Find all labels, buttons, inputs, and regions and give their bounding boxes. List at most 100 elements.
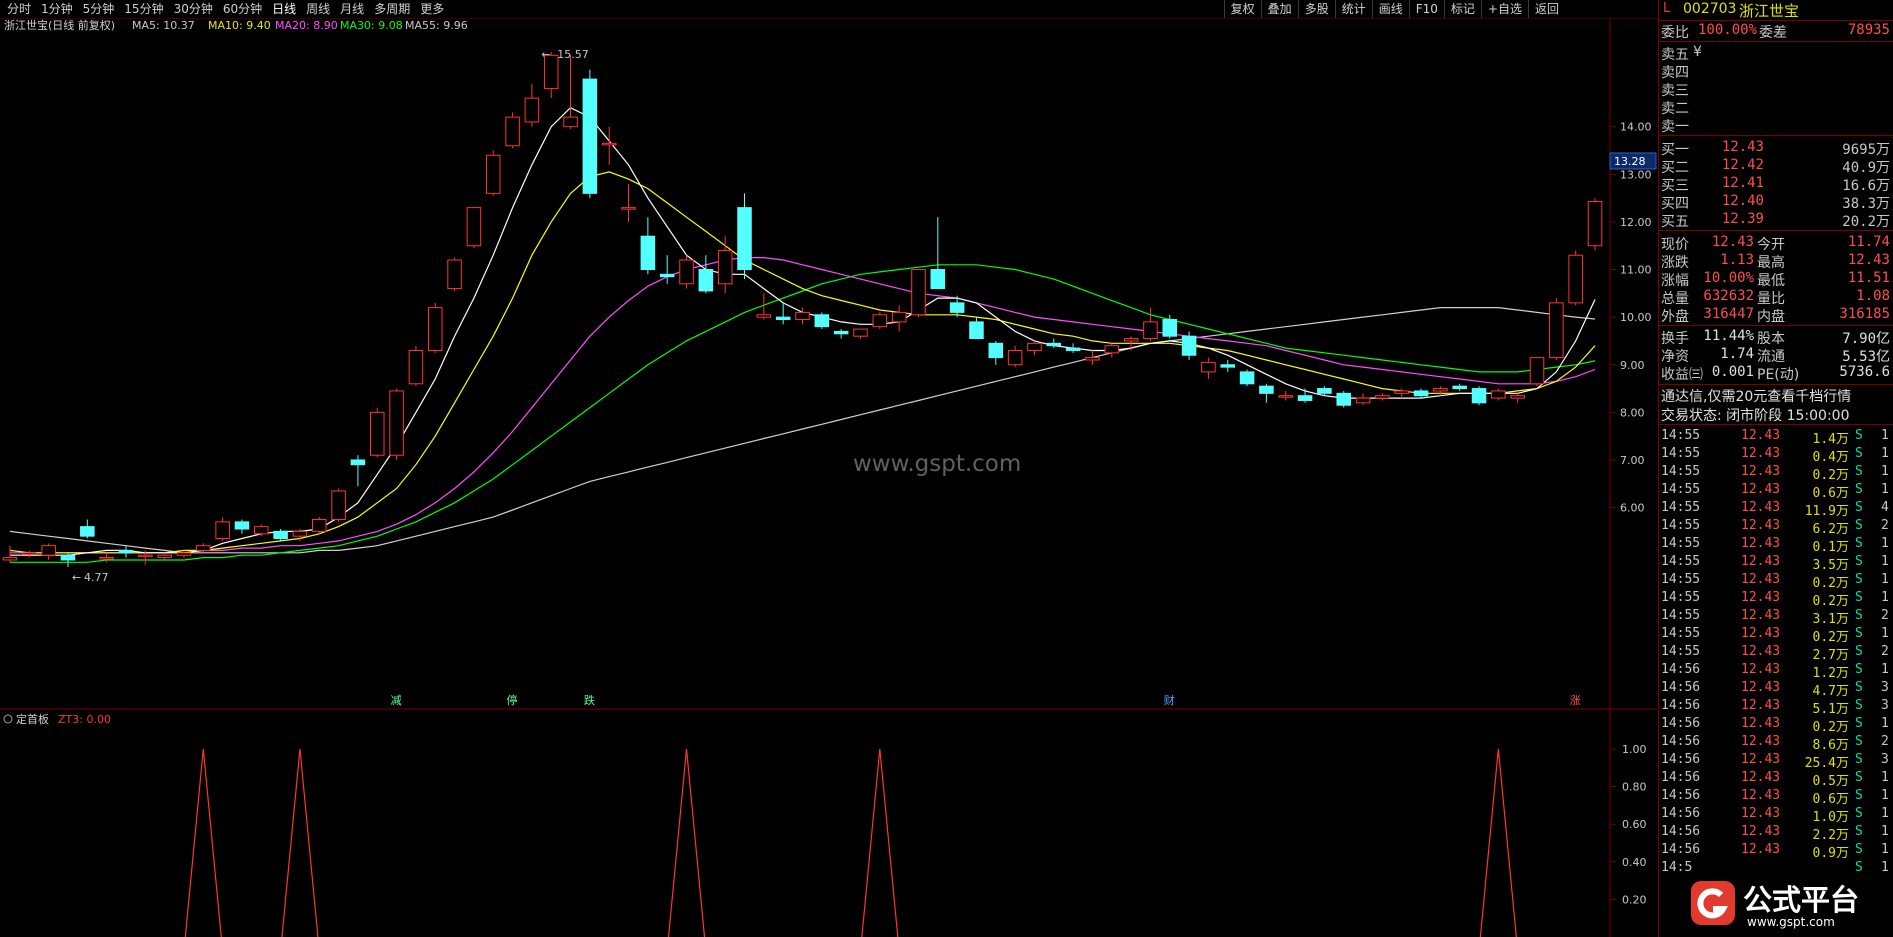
tick-row[interactable]: 14:55 12.43 1.4万 S 1 [1659,428,1893,447]
sell-level-label: 卖四 [1661,65,1689,81]
tick-row[interactable]: 14:55 12.43 3.1万 S 2 [1659,608,1893,627]
zt3-spike [667,748,706,937]
period-tab[interactable]: 更多 [415,0,449,18]
divider [1659,41,1893,42]
event-marker[interactable]: 停 [507,693,518,707]
tick-price: 12.43 [1741,680,1781,695]
period-tab[interactable]: 5分钟 [78,0,120,18]
candle [911,269,926,318]
period-tab[interactable]: 15分钟 [119,0,168,18]
tick-row[interactable]: 14:55 12.43 3.5万 S 1 [1659,554,1893,573]
promo-link[interactable]: 通达信,仅需20元查看千档行情 [1661,386,1851,406]
indicator-toggle-icon[interactable] [3,714,13,724]
candle-body [389,390,404,456]
weibi-label: 委比 [1661,25,1689,41]
event-marker[interactable]: 财 [1164,693,1175,707]
tick-row[interactable]: 14:55 12.43 0.1万 S 1 [1659,536,1893,555]
candle-body [659,273,675,278]
candle [1278,390,1293,401]
tick-row[interactable]: 14:55 12.43 2.7万 S 2 [1659,644,1893,663]
period-tab[interactable]: 月线 [335,0,369,18]
tick-row[interactable]: 14:56 12.43 4.7万 S 3 [1659,680,1893,699]
candle-body [1104,345,1120,354]
tick-side: S [1855,842,1863,857]
period-tab[interactable]: 周线 [301,0,335,18]
toolbar-button[interactable]: 复权 [1223,0,1261,18]
tick-row[interactable]: 14:56 12.43 0.9万 S 1 [1659,842,1893,861]
period-tab[interactable]: 1分钟 [36,0,78,18]
tick-row[interactable]: 14:56 12.43 2.2万 S 1 [1659,824,1893,843]
tick-side: S [1855,788,1863,803]
toolbar-button[interactable]: 统计 [1334,0,1372,18]
tick-row[interactable]: 14:55 12.43 0.2万 S 1 [1659,590,1893,609]
indicator-tick-label: 0.80 [1622,781,1647,794]
candle [853,328,868,339]
tick-price: 12.43 [1741,662,1781,677]
tick-price: 12.43 [1741,590,1781,605]
buy-price: 12.41 [1721,175,1764,191]
tick-price: 12.43 [1741,536,1781,551]
candle-body [601,142,617,146]
indicator-header: 定首板 ZT3: 0.00 [3,712,111,726]
period-tab[interactable]: 分时 [2,0,36,18]
tick-row[interactable]: 14:55 12.43 0.2万 S 1 [1659,626,1893,645]
tick-side: S [1855,752,1863,767]
period-tab[interactable]: 日线 [267,0,301,18]
candle [312,517,327,534]
toolbar-button[interactable]: 标记 [1443,0,1481,18]
tick-row[interactable]: 14:56 12.43 5.1万 S 3 [1659,698,1893,717]
promo-row[interactable]: 通达信,仅需20元查看千档行情 [1659,386,1893,406]
candle [1259,383,1274,403]
tick-row[interactable]: 14:55 12.43 0.6万 S 1 [1659,482,1893,501]
chart-area[interactable]: 浙江世宝(日线 前复权) MA5: 10.37 MA10: 9.40 MA20:… [0,19,1657,937]
event-marker[interactable]: 减 [391,694,402,707]
tick-row[interactable]: 14:55 12.43 0.2万 S 1 [1659,572,1893,591]
moving-averages [9,106,1596,563]
fund-label: 股本 [1757,331,1785,347]
tick-row[interactable]: 14:55 12.43 0.2万 S 1 [1659,464,1893,483]
tick-row[interactable]: 14:56 12.43 1.0万 S 1 [1659,806,1893,825]
tick-row[interactable]: 14:56 12.43 0.5万 S 1 [1659,770,1893,789]
indicator-tick-label: 0.20 [1622,893,1647,906]
tick-row[interactable]: 14:55 12.43 6.2万 S 2 [1659,518,1893,537]
buy-level-label: 买五 [1661,214,1689,230]
period-tab[interactable]: 30分钟 [169,0,218,18]
tick-side: S [1855,734,1863,749]
tick-row[interactable]: 14:56 12.43 1.2万 S 1 [1659,662,1893,681]
tick-row[interactable]: 14:55 12.43 11.9万 S 4 [1659,500,1893,519]
period-tab[interactable]: 60分钟 [218,0,267,18]
toolbar-button[interactable]: 画线 [1371,0,1409,18]
tick-row[interactable]: 14:56 12.43 0.6万 S 1 [1659,788,1893,807]
fund-value: 5.53亿 [1842,349,1890,365]
candle [891,305,907,332]
kline-chart[interactable]: 浙江世宝(日线 前复权) MA5: 10.37 MA10: 9.40 MA20:… [0,19,1657,937]
tick-row[interactable]: 14:55 12.43 0.4万 S 1 [1659,446,1893,465]
stat-value: 632632 [1703,288,1754,304]
candle [427,302,443,353]
candle [60,552,76,568]
tick-row[interactable]: 14:56 12.43 25.4万 S 3 [1659,752,1893,771]
event-marker[interactable]: 涨 [1570,694,1581,707]
toolbar-button[interactable]: F10 [1408,0,1444,18]
event-marker[interactable]: 跌 [584,693,595,707]
brand-badge: 公式平台 www.gspt.com [1687,873,1890,935]
candle-body [949,302,965,313]
toolbar-button[interactable]: +自选 [1480,0,1528,18]
toolbar-button[interactable]: 叠加 [1260,0,1298,18]
tick-side: S [1855,500,1863,515]
candle-body [717,249,733,285]
fund-row: 换手 11.44% 股本 7.90亿 [1659,328,1893,347]
tick-row[interactable]: 14:56 12.43 8.6万 S 2 [1659,734,1893,753]
indicator-name: 定首板 [16,712,49,726]
tick-price: 12.43 [1741,716,1781,731]
tick-volume: 1.4万 [1812,432,1849,447]
toolbar-button[interactable]: 返回 [1527,0,1565,18]
toolbar-button[interactable]: 多股 [1297,0,1335,18]
ma20-label: MA20: 8.90 [275,19,338,32]
tick-count: 1 [1881,662,1889,677]
weicha-label: 委差 [1759,25,1787,41]
tick-row[interactable]: 14:56 12.43 0.2万 S 1 [1659,716,1893,735]
candle [80,519,95,539]
tick-time: 14:56 [1661,770,1701,785]
period-tab[interactable]: 多周期 [369,0,415,18]
